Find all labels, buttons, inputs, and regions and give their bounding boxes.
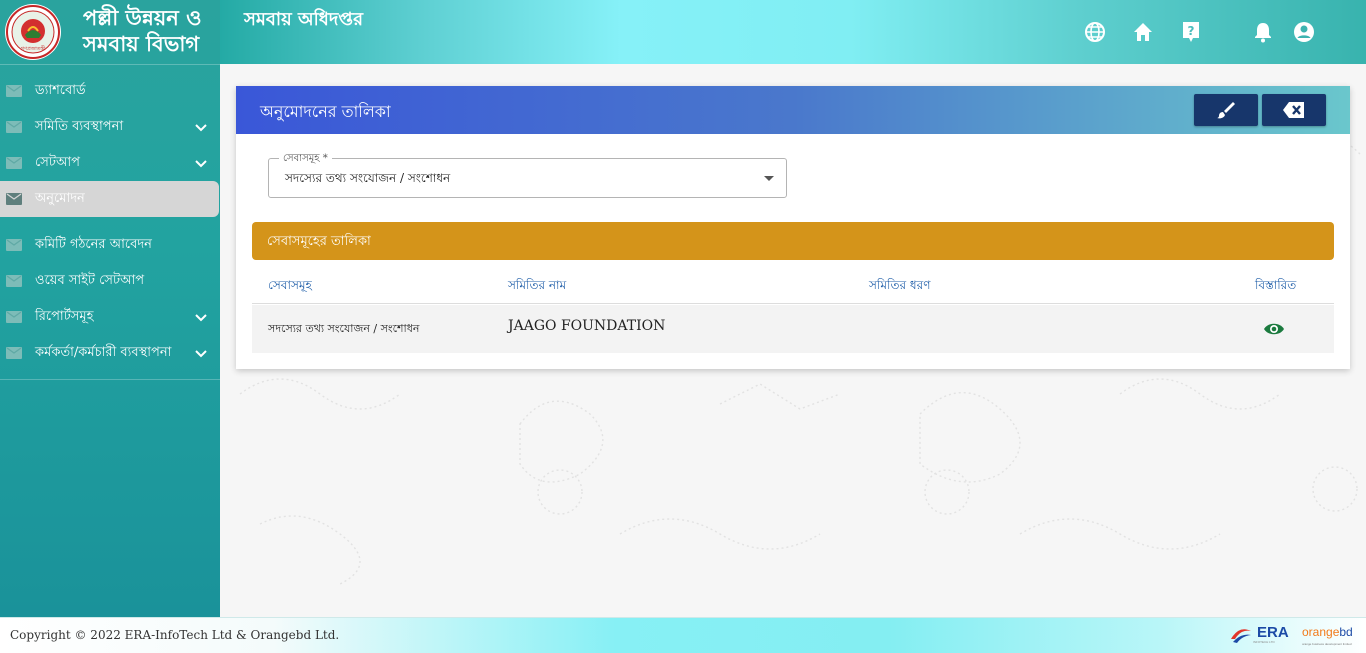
orangebd-logo-orange: orange [1302,625,1340,639]
close-button[interactable] [1262,94,1326,126]
era-logo-text: ERA [1257,624,1289,641]
era-infotech-logo[interactable]: ERA INFOTECH LTD [1229,625,1289,645]
page-title: সমবায় অধিদপ্তর [244,9,363,30]
mail-icon [6,193,22,205]
cell-service: সদস্যের তথ্য সংযোজন / সংশোধন [268,322,420,335]
brand-line-2: সমবায় বিভাগ [83,31,200,56]
sidebar-item-label: সেটআপ [35,154,80,170]
column-header-service[interactable]: সেবাসমূহ [268,277,312,297]
mail-icon [6,239,22,251]
sidebar-item-label: রিপোর্টসমূহ [35,308,94,324]
copyright-text: Copyright © 2022 ERA-InfoTech Ltd & Oran… [10,628,340,642]
account-icon[interactable] [1292,20,1316,44]
sidebar-item-label: অনুমোদন [35,190,85,206]
table-header: সেবাসমূহ সমিতির নাম সমিতির ধরণ বিস্তারিত [252,272,1334,304]
approval-list-card: অনুমোদনের তালিকা সেবাসমূহ * সদস্যের তথ্য… [236,86,1350,369]
mail-icon [6,121,22,133]
brand-line-1: পল্লী উন্নয়ন ও [83,5,202,30]
chevron-down-icon[interactable] [195,157,207,169]
card-title: অনুমোদনের তালিকা [260,102,391,121]
footer: Copyright © 2022 ERA-InfoTech Ltd & Oran… [0,617,1366,653]
sidebar-item-approval[interactable]: অনুমোদন [0,181,219,217]
top-bar: সমবায় অধিদপ্তর ? [220,0,1366,64]
chevron-down-icon[interactable] [195,121,207,133]
svg-text:গণপ্রজাতন্ত্রী: গণপ্রজাতন্ত্রী [21,45,46,52]
bell-icon[interactable] [1251,20,1275,44]
sidebar-item-reports[interactable]: রিপোর্টসমূহ [0,299,219,335]
mail-icon [6,85,22,97]
home-icon[interactable] [1131,20,1155,44]
sidebar-item-label: ড্যাশবোর্ড [35,82,86,98]
column-header-samity-name[interactable]: সমিতির নাম [508,277,566,297]
sidebar-item-staff-management[interactable]: কর্মকর্তা/কর্মচারী ব্যবস্থাপনা [0,335,219,371]
government-logo[interactable]: গণপ্রজাতন্ত্রী [5,4,61,60]
orangebd-logo[interactable]: orangebd orange business development lim… [1302,626,1353,650]
era-swoosh-icon [1231,629,1251,643]
column-header-samity-type[interactable]: সমিতির ধরণ [869,277,930,297]
orangebd-logo-subtext: orange business development limited [1302,642,1352,646]
mail-icon [6,157,22,169]
brush-icon [1217,102,1235,119]
sidebar-item-label: কর্মকর্তা/কর্মচারী ব্যবস্থাপনা [35,344,172,360]
cell-samity-name: JAAGO FOUNDATION [508,318,666,334]
dropdown-arrow-icon[interactable] [764,176,774,181]
mail-icon [6,311,22,323]
help-icon[interactable]: ? [1179,20,1203,44]
svg-text:?: ? [1188,24,1195,38]
mail-icon [6,347,22,359]
sidebar-item-label: কমিটি গঠনের আবেদন [35,236,152,252]
bangladesh-emblem-icon: গণপ্রজাতন্ত্রী [6,5,60,59]
service-select-label: সেবাসমূহ * [279,151,332,168]
sidebar: গণপ্রজাতন্ত্রী পল্লী উন্নয়ন ও সমবায় বি… [0,0,220,617]
globe-icon[interactable] [1083,20,1107,44]
column-header-details[interactable]: বিস্তারিত [1255,277,1296,297]
sidebar-item-dashboard[interactable]: ড্যাশবোর্ড [0,73,219,109]
service-list-title: সেবাসমূহের তালিকা [267,234,371,249]
table-row: সদস্যের তথ্য সংযোজন / সংশোধন JAAGO FOUND… [252,305,1334,353]
chevron-down-icon[interactable] [195,347,207,359]
sidebar-nav: ড্যাশবোর্ড সমিতি ব্যবস্থাপনা সেটআপ অনুমো… [0,73,220,380]
sidebar-item-samity-management[interactable]: সমিতি ব্যবস্থাপনা [0,109,219,145]
mail-icon [6,275,22,287]
service-list-banner: সেবাসমূহের তালিকা [252,222,1334,260]
sidebar-item-website-setup[interactable]: ওয়েব সাইট সেটআপ [0,263,219,299]
chevron-down-icon[interactable] [195,311,207,323]
sidebar-item-label: সমিতি ব্যবস্থাপনা [35,118,124,134]
brand-title: পল্লী উন্নয়ন ও সমবায় বিভাগ [83,5,202,57]
service-select-value: সদস্যের তথ্য সংযোজন / সংশোধন [285,171,451,185]
sidebar-divider [0,379,220,380]
service-select[interactable]: সেবাসমূহ * সদস্যের তথ্য সংযোজন / সংশোধন [268,151,787,198]
sidebar-item-label: ওয়েব সাইট সেটআপ [35,272,145,288]
main-content: অনুমোদনের তালিকা সেবাসমূহ * সদস্যের তথ্য… [220,64,1366,617]
sidebar-item-setup[interactable]: সেটআপ [0,145,219,181]
clear-form-button[interactable] [1194,94,1258,126]
card-header: অনুমোদনের তালিকা [236,86,1350,134]
eye-icon[interactable] [1263,321,1285,337]
orangebd-logo-bd: bd [1339,625,1353,639]
brand: গণপ্রজাতন্ত্রী পল্লী উন্নয়ন ও সমবায় বি… [0,0,220,65]
backspace-icon [1283,102,1304,118]
sidebar-item-committee-application[interactable]: কমিটি গঠনের আবেদন [0,227,219,263]
